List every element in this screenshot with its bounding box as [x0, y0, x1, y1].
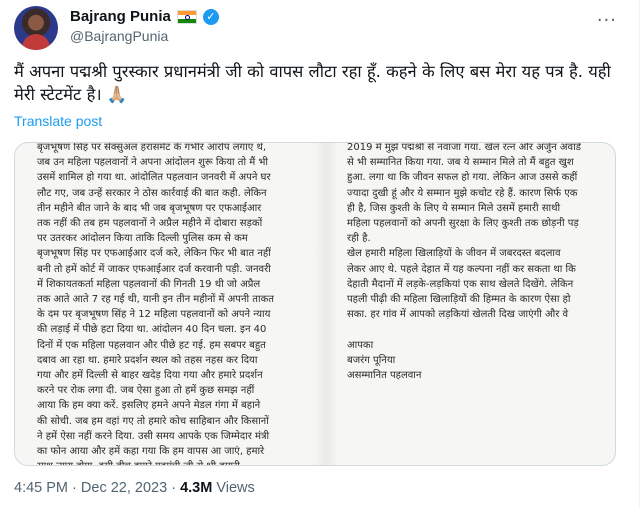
more-options-icon[interactable]: ···	[597, 10, 617, 31]
views-count: 4.3M	[180, 480, 213, 496]
post-time[interactable]: 4:45 PM	[14, 480, 68, 496]
india-flag-icon	[176, 9, 197, 24]
meta-separator-2: ·	[171, 480, 177, 496]
meta-separator: ·	[72, 480, 77, 496]
verified-badge-icon[interactable]: ✓	[202, 8, 219, 25]
translate-post-link[interactable]: Translate post	[14, 113, 102, 129]
post-date[interactable]: Dec 22, 2023	[81, 480, 167, 496]
author-handle[interactable]: @BajrangPunia	[70, 28, 168, 44]
views-label: Views	[216, 480, 255, 496]
tweet-text: मैं अपना पद्मश्री पुरस्कार प्रधानमंत्री …	[14, 62, 611, 104]
page-fold-divider	[315, 143, 337, 465]
author-display-name[interactable]: Bajrang Punia	[70, 8, 171, 25]
letter-image[interactable]: बृजभूषण सिंह पर सेक्सुअल हरासमेंट के गंभ…	[14, 142, 616, 466]
author-avatar[interactable]	[14, 6, 58, 50]
letter-right-column: 2019 में मुझे पद्मश्री से नवाजा गया. खेल…	[347, 142, 582, 382]
tweet-metadata: 4:45 PM · Dec 22, 2023 · 4.3M Views	[14, 480, 255, 496]
author-name-row: Bajrang Punia ✓	[70, 8, 219, 25]
letter-left-column: बृजभूषण सिंह पर सेक्सुअल हरासमेंट के गंभ…	[37, 142, 274, 465]
tweet-post: Bajrang Punia ✓ @BajrangPunia ··· मैं अप…	[0, 0, 640, 508]
